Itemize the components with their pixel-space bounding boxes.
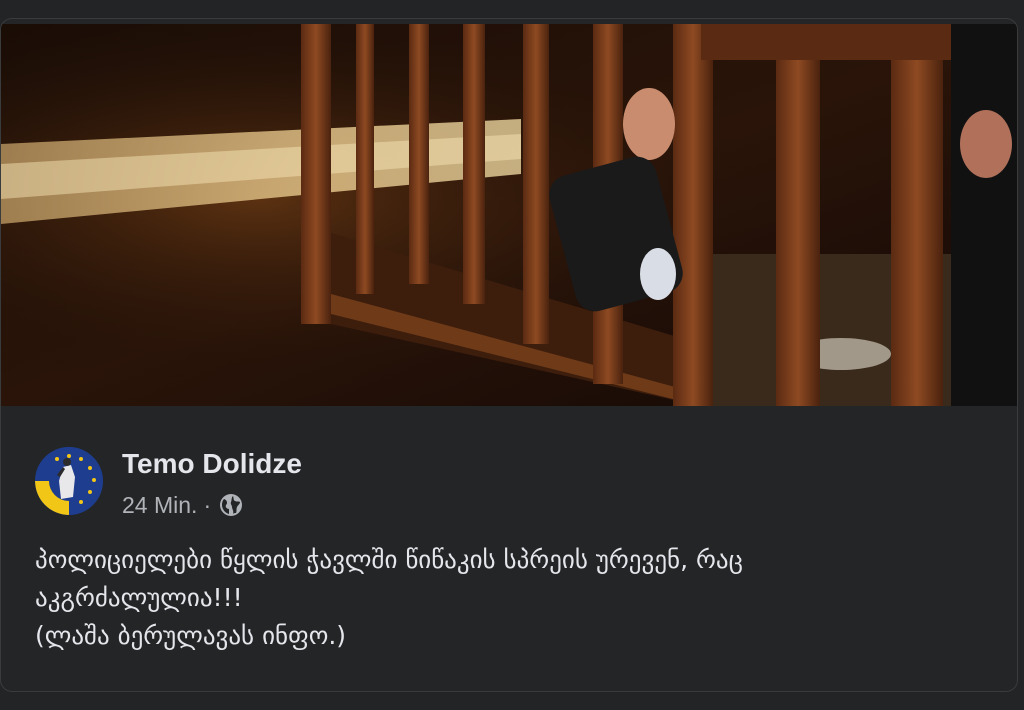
post-header: Temo Dolidze 24 Min. ·: [35, 447, 735, 519]
post-time[interactable]: 24 Min.: [122, 491, 197, 519]
post-text-line: პოლიციელები წყლის ჭავლში წიწაკის სპრეის …: [35, 545, 743, 574]
author-name[interactable]: Temo Dolidze: [122, 447, 302, 481]
globe-icon[interactable]: [219, 493, 243, 517]
post-video[interactable]: [1, 24, 1017, 406]
video-frame: [1, 24, 1017, 406]
post-text: პოლიციელები წყლის ჭავლში წიწაკის სპრეის …: [35, 541, 995, 655]
avatar-image: [35, 447, 103, 515]
post-text-line: (ლაშა ბერულავას ინფო.): [35, 621, 347, 650]
meta-separator: ·: [203, 492, 212, 518]
post-card: Temo Dolidze 24 Min. · პოლიციელები წყლის…: [0, 18, 1018, 692]
post-text-line: აკგრძალულია!!!: [35, 583, 243, 612]
post-meta: 24 Min. ·: [122, 491, 243, 519]
author-avatar[interactable]: [35, 447, 103, 515]
